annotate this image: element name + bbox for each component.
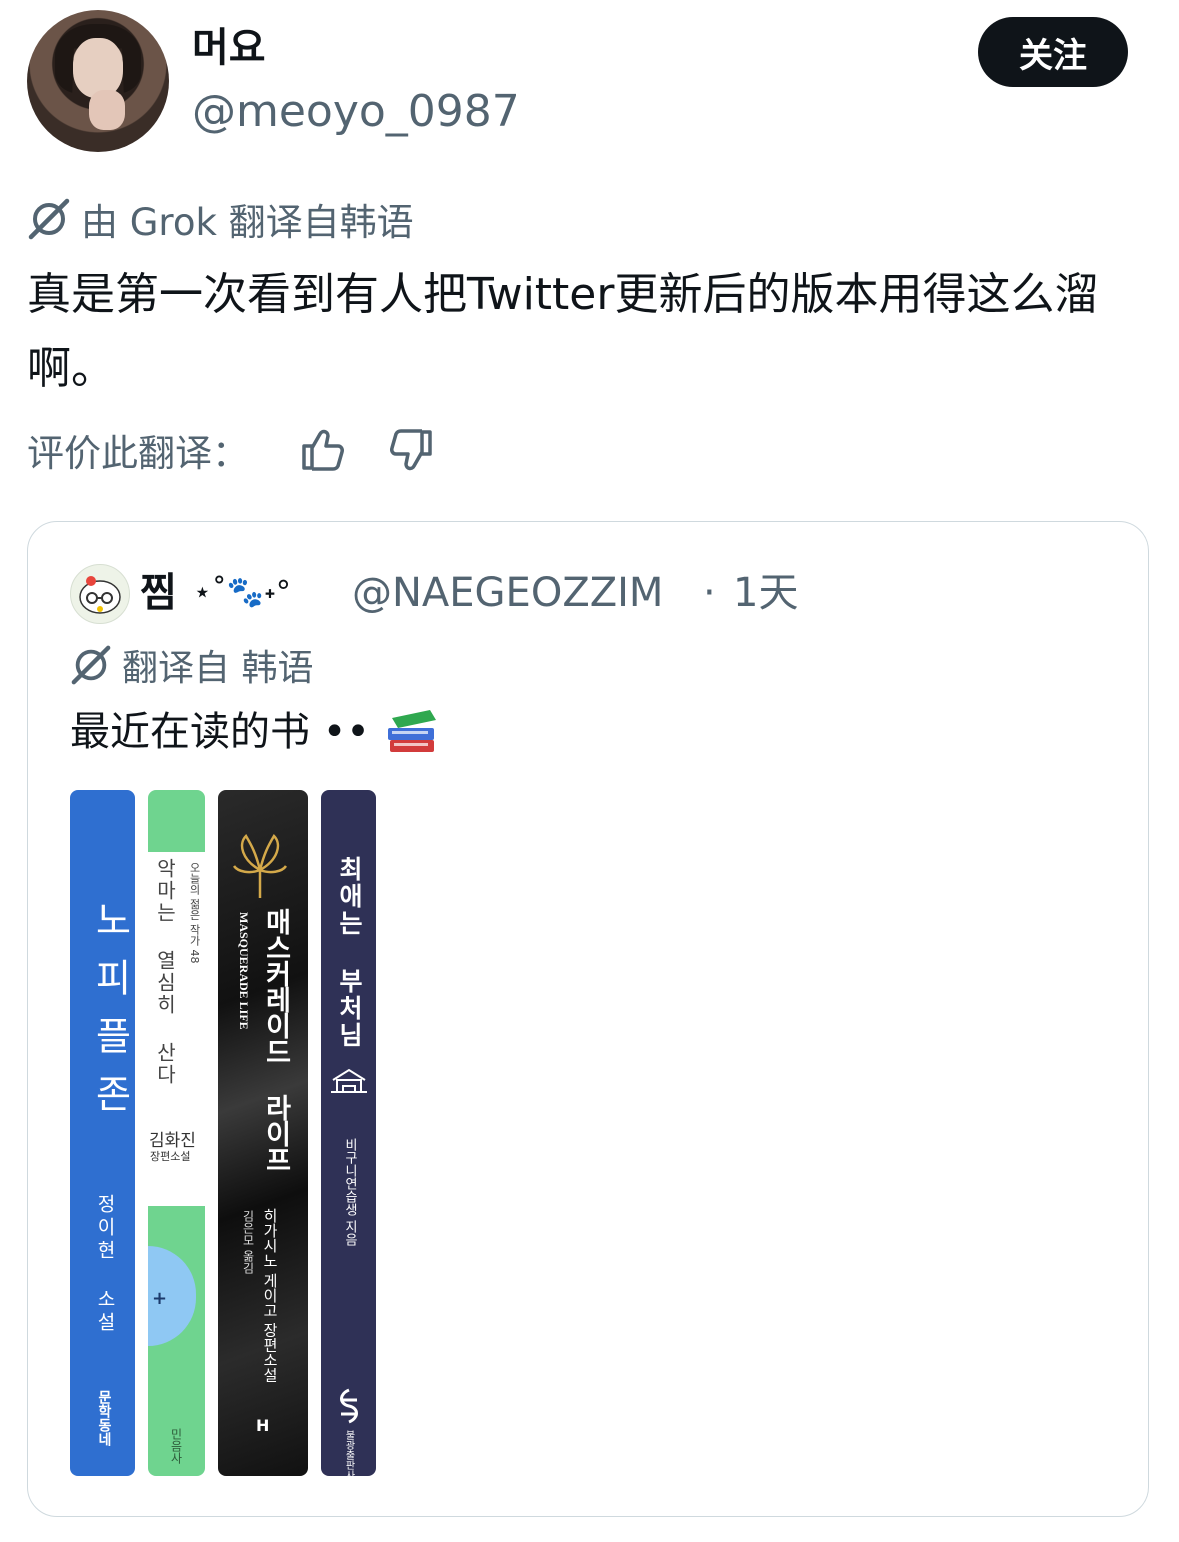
lily-icon [232, 833, 288, 898]
quoted-display-name[interactable]: 찜 [140, 566, 177, 620]
quoted-name-decoration: ⋆˚🐾˖° [193, 575, 291, 610]
quoted-tweet-text-row: 最近在读的书 •• [70, 704, 440, 760]
book-spine-2: 악마는 열심히 산다 오늘의 젊은 작가 48 김화진 장편소설 + 민음사 [148, 790, 205, 1476]
thumbs-down-icon[interactable] [388, 426, 436, 474]
books-emoji-icon [384, 706, 440, 758]
book-3-title-en: MASQUERADE LIFE [237, 912, 251, 1030]
quoted-translation-label[interactable]: 翻译自 韩语 [70, 640, 313, 690]
book-3-publisher: H [256, 1416, 270, 1435]
book-2-publisher: 민음사 [169, 1428, 183, 1464]
grok-translation-text: 由 Grok 翻译自韩语 [81, 201, 414, 244]
quoted-timestamp[interactable]: 1天 [733, 566, 798, 620]
quoted-tweet-text: 最近在读的书 •• [70, 709, 370, 755]
author-handle[interactable]: @meoyo_0987 [192, 84, 520, 140]
quoted-author-avatar[interactable] [70, 564, 130, 624]
book-4-publisher: 불광출판사 [343, 1430, 354, 1476]
book-3-title: 매스커레이드 라이프 [260, 908, 291, 1172]
temple-illustration-icon [331, 1068, 367, 1093]
author-avatar[interactable] [27, 10, 169, 152]
quoted-separator: · [703, 570, 716, 616]
quoted-translation-text: 翻译自 韩语 [122, 648, 314, 689]
book-1-title: 노피플존 [88, 900, 132, 1132]
author-display-name[interactable]: 머요 [192, 22, 266, 74]
book-2-author-sub: 장편소설 [150, 1150, 191, 1163]
book-1-author: 정이현 소설 [94, 1194, 116, 1335]
tweet-text: 真是第一次看到有人把Twitter更新后的版本用得这么溜啊。 [27, 269, 1099, 394]
follow-button[interactable]: 关注 [978, 17, 1128, 87]
rate-translation-label: 评价此翻译： [27, 432, 249, 475]
book-4-author: 비구니연습생 지음 [342, 1138, 357, 1247]
quoted-handle[interactable]: @NAEGEOZZIM [352, 566, 663, 620]
book-4-title: 최애는 부처님 [335, 856, 364, 1049]
publisher-logo-icon [340, 1388, 358, 1424]
book-2-title: 악마는 열심히 산다 [153, 858, 177, 1086]
book-spine-3: 매스커레이드 라이프 MASQUERADE LIFE 히가시노 게이고 장편소설… [218, 790, 308, 1476]
book-3-translator: 김은모 옮김 [241, 1210, 255, 1274]
grok-translation-label[interactable]: 由 Grok 翻译自韩语 [27, 191, 414, 247]
book-1-publisher: 문학동네 [96, 1390, 112, 1446]
book-2-series: 오늘의 젊은 작가 48 [188, 862, 201, 964]
grok-icon [28, 198, 70, 240]
book-3-author: 히가시노 게이고 장편소설 [261, 1208, 279, 1383]
book-spine-1: 노피플존 정이현 소설 문학동네 [70, 790, 135, 1476]
thumbs-up-icon[interactable] [298, 426, 346, 474]
book-spine-4: 최애는 부처님 비구니연습생 지음 불광출판사 [321, 790, 376, 1476]
translate-icon [71, 645, 111, 685]
